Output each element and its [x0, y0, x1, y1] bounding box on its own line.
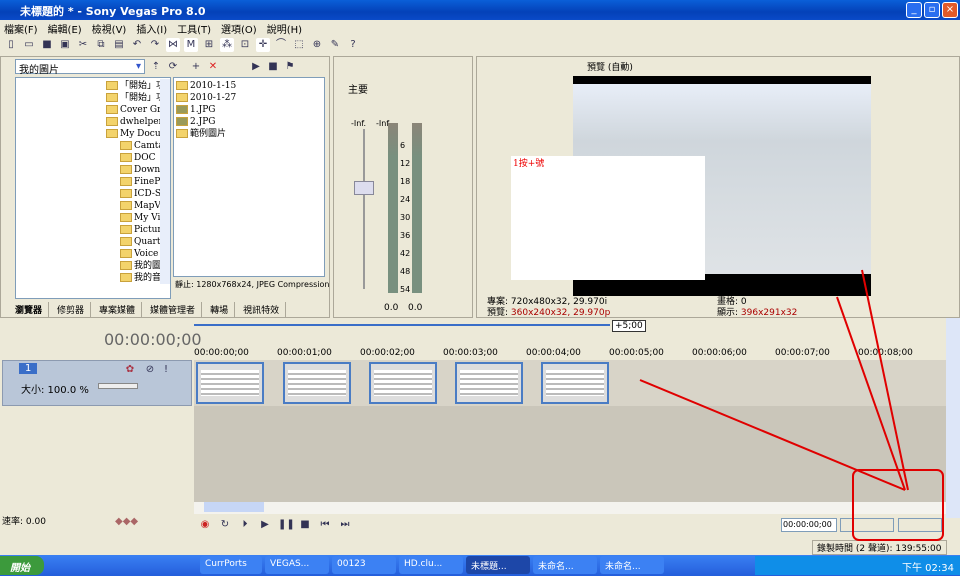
annotation-overlay	[639, 269, 944, 541]
annotation-arrow	[861, 269, 909, 491]
annotation-arrow	[639, 379, 906, 491]
annotation-box	[852, 469, 944, 541]
annotation-arrow	[836, 296, 906, 491]
